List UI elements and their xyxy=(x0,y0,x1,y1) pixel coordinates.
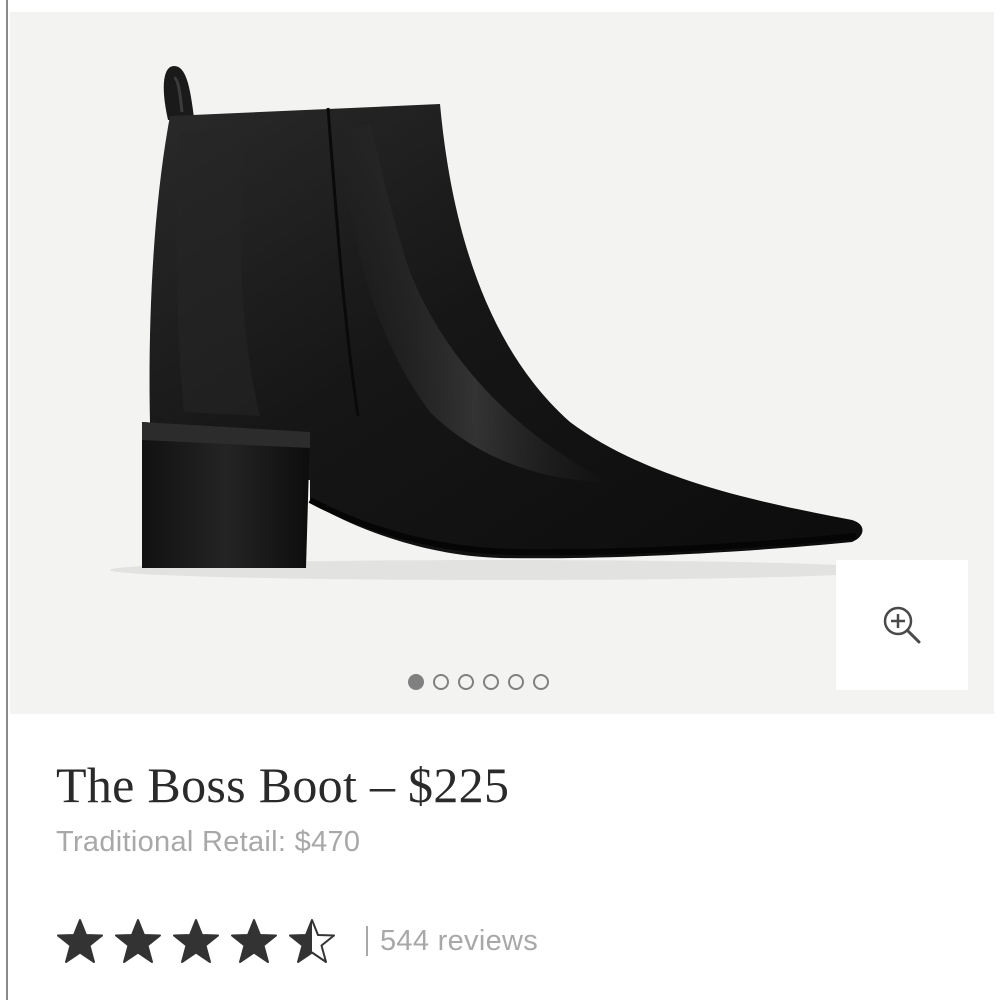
star-icon xyxy=(173,919,219,963)
left-divider xyxy=(6,0,8,1000)
carousel-dot[interactable] xyxy=(458,674,474,690)
traditional-retail-price: Traditional Retail: $470 xyxy=(56,826,361,858)
zoom-button[interactable] xyxy=(836,560,968,690)
carousel-dots xyxy=(408,674,549,690)
carousel-dot[interactable] xyxy=(408,674,424,690)
product-gallery[interactable] xyxy=(10,12,994,714)
star-icon xyxy=(115,919,161,963)
rating-row: 544 reviews xyxy=(56,916,538,966)
star-icon xyxy=(231,919,277,963)
reviews-link[interactable]: 544 reviews xyxy=(380,925,538,958)
carousel-dot[interactable] xyxy=(433,674,449,690)
product-info: The Boss Boot – $225 Traditional Retail:… xyxy=(56,752,956,862)
star-icon xyxy=(57,919,103,963)
star-icon xyxy=(289,919,335,963)
product-title: The Boss Boot – $225 xyxy=(56,757,510,813)
carousel-dot[interactable] xyxy=(533,674,549,690)
rating-divider xyxy=(366,926,368,956)
zoom-in-icon xyxy=(883,606,921,644)
star-rating[interactable] xyxy=(56,918,336,964)
carousel-dot[interactable] xyxy=(483,674,499,690)
carousel-dot[interactable] xyxy=(508,674,524,690)
